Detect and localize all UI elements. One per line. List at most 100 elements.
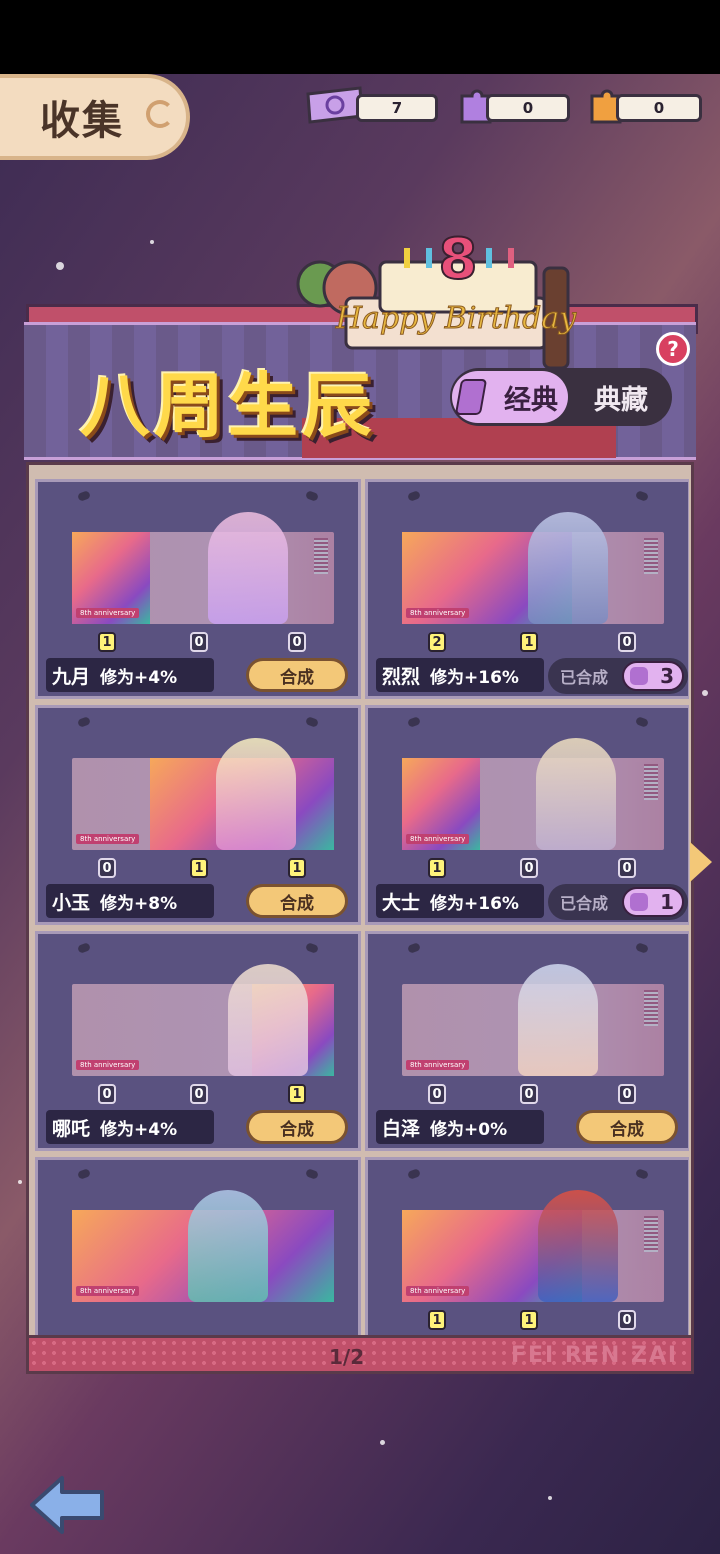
- card-dashi: 8th anniversary 1 0 0 大士 修为+16% 已合成 1: [365, 705, 689, 925]
- piece-count: 0: [618, 632, 636, 652]
- card-name-box: 九月 修为+4%: [46, 658, 214, 692]
- piece-count: 1: [428, 858, 446, 878]
- piece-count: 0: [190, 1084, 208, 1104]
- pin-icon: [76, 1168, 92, 1180]
- combine-button[interactable]: 合成: [576, 1110, 678, 1144]
- sparkle: [702, 690, 708, 696]
- orange-puzzle-count: 0: [616, 94, 702, 122]
- page-indicator: 1/2: [329, 1345, 365, 1369]
- barcode-icon: [314, 538, 328, 574]
- card-bonus: 修为+0%: [430, 1119, 508, 1140]
- character-art: [216, 738, 296, 850]
- pin-icon: [406, 490, 422, 502]
- piece-count: 1: [288, 1084, 306, 1104]
- pin-icon: [304, 942, 320, 954]
- piece-count: 0: [98, 858, 116, 878]
- anniversary-label: 8th anniversary: [406, 834, 470, 844]
- card-name: 白泽: [382, 1117, 421, 1140]
- tag-icon: [454, 379, 488, 415]
- character-art: [538, 1190, 618, 1302]
- pin-icon: [634, 490, 650, 502]
- card-name-box: 小玉 修为+8%: [46, 884, 214, 918]
- back-arrow-icon[interactable]: [28, 1472, 108, 1538]
- character-art: [228, 964, 308, 1076]
- piece-count: 1: [190, 858, 208, 878]
- pin-icon: [76, 490, 92, 502]
- piece-count: 1: [98, 632, 116, 652]
- combined-label: 已合成: [560, 668, 609, 687]
- combine-button[interactable]: 合成: [246, 884, 348, 918]
- anniversary-label: 8th anniversary: [76, 608, 140, 618]
- tab-collector[interactable]: 典藏: [574, 371, 668, 423]
- anniversary-label: 8th anniversary: [406, 1060, 470, 1070]
- card-bonus: 修为+4%: [100, 1119, 178, 1140]
- barcode-icon: [644, 764, 658, 800]
- piece-count: 1: [288, 858, 306, 878]
- pin-icon: [406, 942, 422, 954]
- card-partial-left: 8th anniversary: [35, 1157, 361, 1335]
- card-name-box: 烈烈 修为+16%: [376, 658, 544, 692]
- character-art: [188, 1190, 268, 1302]
- character-art: [528, 512, 608, 624]
- piece-count: 1: [520, 1310, 538, 1330]
- card-name: 哪吒: [52, 1117, 91, 1140]
- pin-icon: [406, 716, 422, 728]
- character-art: [536, 738, 616, 850]
- anniversary-label: 8th anniversary: [76, 834, 140, 844]
- puzzle-icon: [630, 893, 648, 911]
- piece-count: 1: [428, 1310, 446, 1330]
- card-name: 大士: [382, 891, 421, 914]
- combined-status: 已合成 1: [548, 884, 688, 920]
- combined-count: 1: [660, 890, 674, 914]
- card-name-box: 白泽 修为+0%: [376, 1110, 544, 1144]
- card-name-box: 大士 修为+16%: [376, 884, 544, 918]
- combine-button[interactable]: 合成: [246, 1110, 348, 1144]
- card-grid[interactable]: 8th anniversary 1 0 0 九月 修为+4% 合成 8th ann…: [33, 475, 689, 1335]
- pin-icon: [634, 1168, 650, 1180]
- piece-count: 0: [428, 1084, 446, 1104]
- page-title: 收集: [40, 98, 124, 144]
- help-button[interactable]: ?: [656, 332, 690, 366]
- card-bonus: 修为+8%: [100, 893, 178, 914]
- piece-count: 0: [520, 1084, 538, 1104]
- ticket-count: 7: [356, 94, 438, 122]
- piece-count: 0: [618, 1310, 636, 1330]
- combine-button[interactable]: 合成: [246, 658, 348, 692]
- card-nezha: 8th anniversary 0 0 1 哪吒 修为+4% 合成: [35, 931, 361, 1151]
- pin-icon: [304, 716, 320, 728]
- swirl-ornament-icon: [146, 100, 174, 128]
- anniversary-label: 8th anniversary: [76, 1286, 140, 1296]
- collection-panel: 8th anniversary 1 0 0 九月 修为+4% 合成 8th ann…: [26, 462, 694, 1374]
- next-page-icon[interactable]: [690, 842, 712, 882]
- sparkle: [18, 1180, 22, 1184]
- pin-icon: [634, 942, 650, 954]
- card-baize: 8th anniversary 0 0 0 白泽 修为+0% 合成: [365, 931, 689, 1151]
- piece-count: 1: [520, 632, 538, 652]
- card-xiaoyu: 8th anniversary 0 1 1 小玉 修为+8% 合成: [35, 705, 361, 925]
- piece-count: 0: [618, 858, 636, 878]
- pin-icon: [76, 942, 92, 954]
- status-bar: [0, 0, 720, 74]
- puzzle-icon: [630, 667, 648, 685]
- tab-classic[interactable]: 经典: [452, 371, 568, 423]
- anniversary-label: 8th anniversary: [406, 608, 470, 618]
- pin-icon: [634, 716, 650, 728]
- sparkle: [150, 240, 154, 244]
- sparkle: [56, 262, 64, 270]
- sparkle: [548, 1496, 552, 1500]
- card-name: 烈烈: [382, 665, 421, 688]
- card-jiuyue: 8th anniversary 1 0 0 九月 修为+4% 合成: [35, 479, 361, 699]
- card-name: 小玉: [52, 891, 91, 914]
- combined-count-badge: 1: [622, 887, 684, 917]
- character-art: [208, 512, 288, 624]
- card-lielie: 8th anniversary 2 1 0 烈烈 修为+16% 已合成 3: [365, 479, 689, 699]
- combined-status: 已合成 3: [548, 658, 688, 694]
- card-name-box: 哪吒 修为+4%: [46, 1110, 214, 1144]
- pin-icon: [304, 490, 320, 502]
- card-bonus: 修为+16%: [430, 667, 519, 688]
- combined-count: 3: [660, 664, 674, 688]
- piece-count: 0: [288, 632, 306, 652]
- piece-count: 0: [190, 632, 208, 652]
- card-bonus: 修为+16%: [430, 893, 519, 914]
- help-icon: ?: [667, 337, 679, 361]
